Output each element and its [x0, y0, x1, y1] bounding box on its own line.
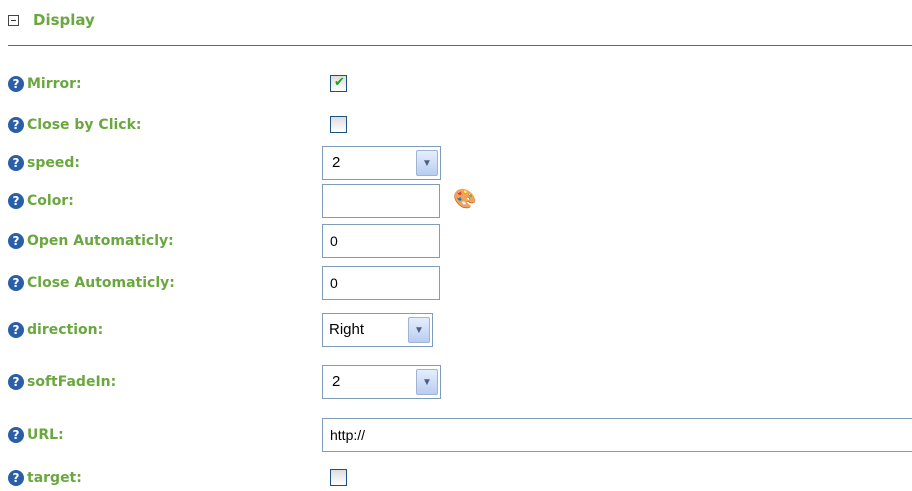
- field-label-url: ? URL:: [8, 423, 64, 447]
- soft-fade-in-label: softFadeIn:: [27, 374, 117, 390]
- field-label-close-by-click: ? Close by Click:: [8, 113, 142, 137]
- color-input[interactable]: [322, 184, 440, 218]
- help-icon[interactable]: ?: [8, 233, 24, 249]
- url-label: URL:: [27, 427, 64, 443]
- close-by-click-checkbox[interactable]: [330, 116, 347, 133]
- open-automaticly-label: Open Automaticly:: [27, 233, 174, 249]
- field-row-url: ? URL: http://: [8, 418, 912, 452]
- help-icon[interactable]: ?: [8, 76, 24, 92]
- target-checkbox[interactable]: [330, 469, 347, 486]
- field-row-open-automaticly: ? Open Automaticly: 0: [8, 224, 912, 258]
- mirror-checkbox[interactable]: ✔: [330, 75, 347, 92]
- close-automaticly-label: Close Automaticly:: [27, 275, 175, 291]
- field-row-direction: ? direction: Right ▼: [8, 313, 912, 347]
- palette-icon[interactable]: 🎨: [453, 187, 477, 211]
- target-label: target:: [27, 470, 82, 486]
- direction-select[interactable]: Right ▼: [322, 313, 433, 347]
- chevron-down-icon[interactable]: ▼: [416, 369, 438, 395]
- speed-value: 2: [332, 154, 341, 171]
- url-input[interactable]: http://: [322, 418, 912, 452]
- field-row-close-automaticly: ? Close Automaticly: 0: [8, 266, 912, 300]
- section-header: Display: [8, 9, 95, 31]
- field-row-speed: ? speed: 2 ▼: [8, 146, 912, 180]
- soft-fade-in-select[interactable]: 2 ▼: [322, 365, 441, 399]
- help-icon[interactable]: ?: [8, 193, 24, 209]
- direction-label: direction:: [27, 322, 104, 338]
- field-label-close-automaticly: ? Close Automaticly:: [8, 271, 175, 295]
- open-automaticly-input[interactable]: 0: [322, 224, 440, 258]
- chevron-down-icon[interactable]: ▼: [416, 150, 438, 176]
- section-title: Display: [33, 11, 95, 29]
- soft-fade-in-value: 2: [332, 373, 341, 390]
- speed-select[interactable]: 2 ▼: [322, 146, 441, 180]
- help-icon[interactable]: ?: [8, 427, 24, 443]
- help-icon[interactable]: ?: [8, 117, 24, 133]
- section-divider: [8, 45, 912, 46]
- chevron-down-icon[interactable]: ▼: [408, 317, 430, 343]
- field-label-target: ? target:: [8, 466, 82, 490]
- field-label-open-automaticly: ? Open Automaticly:: [8, 229, 174, 253]
- field-row-soft-fade-in: ? softFadeIn: 2 ▼: [8, 365, 912, 399]
- field-label-mirror: ? Mirror:: [8, 72, 82, 96]
- direction-value: Right: [329, 321, 365, 338]
- mirror-label: Mirror:: [27, 76, 82, 92]
- field-row-mirror: ? Mirror: ✔: [8, 72, 912, 96]
- help-icon[interactable]: ?: [8, 322, 24, 338]
- field-label-speed: ? speed:: [8, 151, 80, 175]
- color-label: Color:: [27, 193, 74, 209]
- help-icon[interactable]: ?: [8, 470, 24, 486]
- checkmark-icon: ✔: [334, 75, 345, 90]
- speed-label: speed:: [27, 155, 80, 171]
- help-icon[interactable]: ?: [8, 155, 24, 171]
- help-icon[interactable]: ?: [8, 374, 24, 390]
- field-label-color: ? Color:: [8, 189, 74, 213]
- field-row-color: ? Color: 🎨: [8, 184, 912, 218]
- collapse-icon[interactable]: [8, 14, 19, 26]
- help-icon[interactable]: ?: [8, 275, 24, 291]
- field-label-direction: ? direction:: [8, 318, 103, 342]
- field-label-soft-fade-in: ? softFadeIn:: [8, 370, 116, 394]
- field-row-target: ? target:: [8, 466, 912, 490]
- close-automaticly-input[interactable]: 0: [322, 266, 440, 300]
- close-by-click-label: Close by Click:: [27, 117, 142, 133]
- field-row-close-by-click: ? Close by Click:: [8, 113, 912, 137]
